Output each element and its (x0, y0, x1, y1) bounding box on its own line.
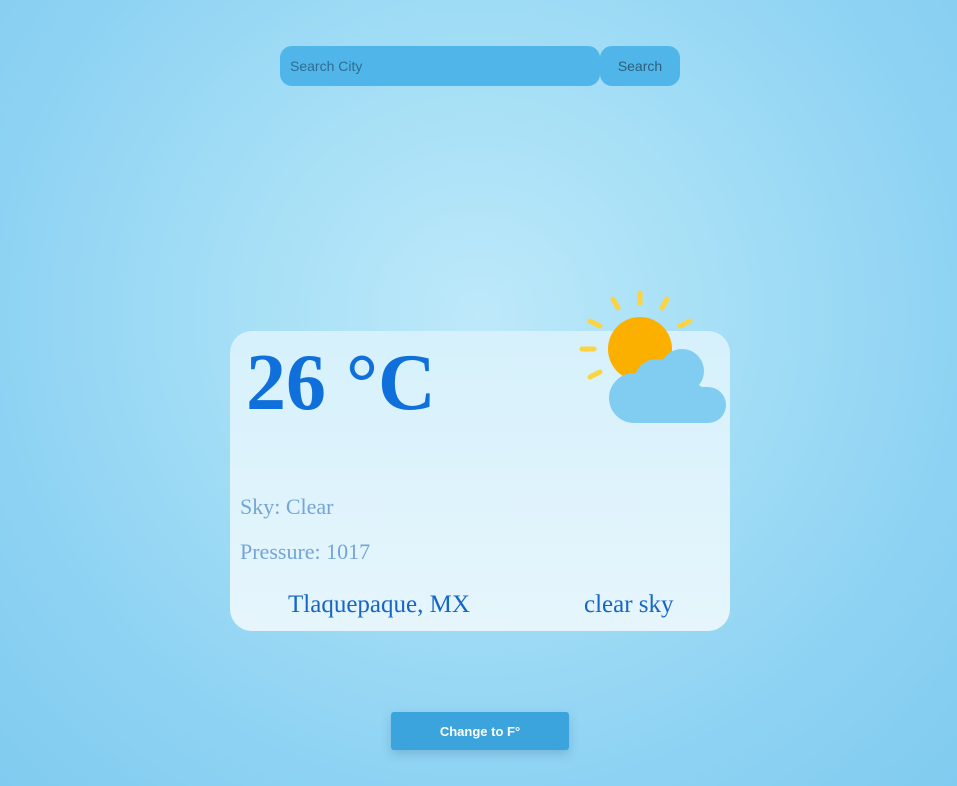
search-input[interactable] (280, 46, 600, 86)
sky-condition: Sky: Clear (240, 494, 334, 519)
partly-cloudy-icon (579, 290, 726, 423)
city-location: Tlaquepaque, MX (288, 591, 470, 618)
pressure-reading: Pressure: 1017 (240, 539, 371, 564)
unit-toggle-button[interactable]: Change to F° (391, 712, 569, 750)
weather-description: clear sky (584, 591, 674, 618)
temperature-display: 26 °C (246, 339, 436, 427)
search-bar: Search (280, 46, 680, 86)
search-button[interactable]: Search (600, 46, 680, 86)
